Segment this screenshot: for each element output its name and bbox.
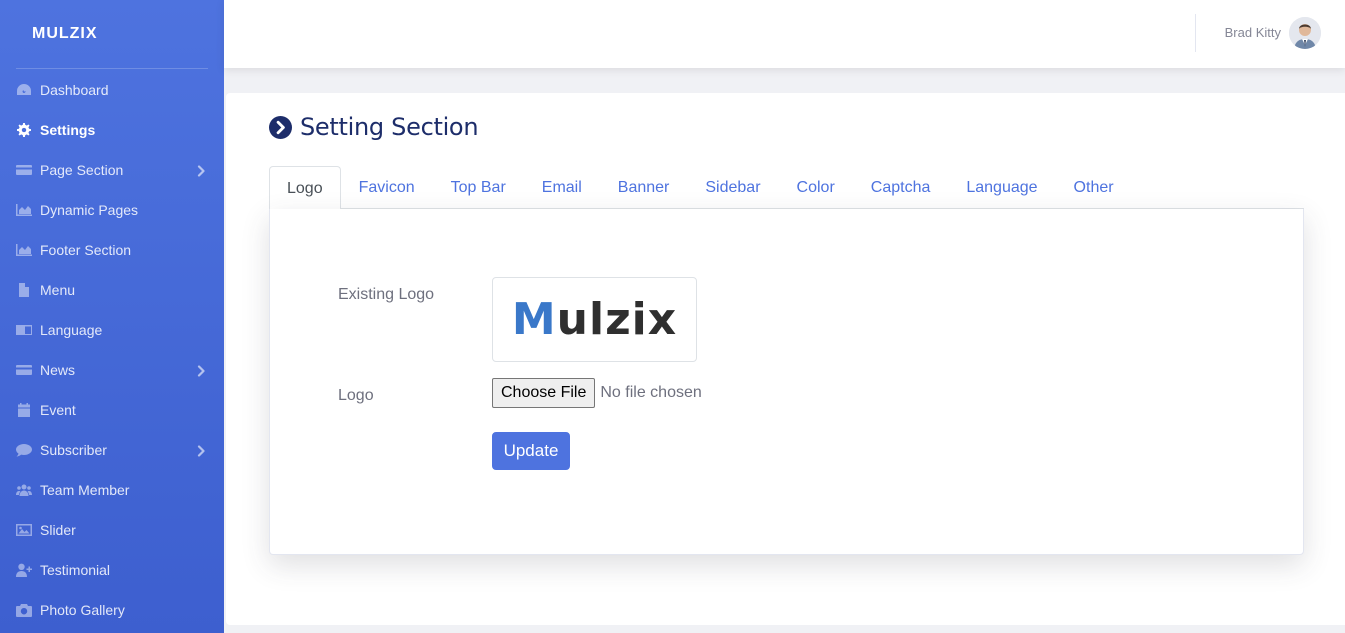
- tab-top-bar[interactable]: Top Bar: [433, 166, 524, 209]
- update-button[interactable]: Update: [492, 432, 570, 470]
- chevron-right-icon[interactable]: [196, 364, 206, 377]
- tab-logo[interactable]: Logo: [269, 166, 341, 210]
- sidebar-item-event[interactable]: Event: [0, 390, 224, 430]
- sidebar-item-team-member[interactable]: Team Member: [0, 470, 224, 510]
- chart-area-icon: [16, 203, 32, 217]
- existing-logo-preview: Mulzix: [492, 277, 697, 362]
- sidebar-item-label: Testimonial: [40, 562, 111, 578]
- sidebar-item-language[interactable]: Language: [0, 310, 224, 350]
- chart-area-icon: [16, 243, 32, 257]
- image-icon: [16, 523, 32, 537]
- sidebar-item-label: Dynamic Pages: [40, 202, 139, 218]
- logo-label: Logo: [338, 387, 374, 404]
- avatar-image: [1289, 17, 1321, 49]
- sidebar-item-label: Language: [40, 322, 103, 338]
- comment-icon: [16, 443, 32, 457]
- file-icon: [16, 283, 32, 297]
- sidebar-item-photo-gallery[interactable]: Photo Gallery: [0, 590, 224, 630]
- chevron-circle-right-icon: [269, 115, 292, 139]
- chevron-right-icon[interactable]: [196, 444, 206, 457]
- sidebar-item-label: News: [40, 362, 76, 378]
- choose-file-button[interactable]: Choose File: [492, 378, 596, 408]
- topbar-divider: [1195, 14, 1196, 52]
- sidebar-item-news[interactable]: News: [0, 350, 224, 390]
- sidebar-item-menu[interactable]: Menu: [0, 270, 224, 310]
- sidebar-item-footer-section[interactable]: Footer Section: [0, 230, 224, 270]
- sidebar-item-label: Slider: [40, 522, 76, 538]
- settings-tabs: Logo Favicon Top Bar Email Banner Sidebar Colo…: [269, 166, 1304, 210]
- card-icon: [16, 163, 32, 177]
- topbar: Brad Kitty: [224, 0, 1345, 68]
- language-icon: [16, 323, 32, 337]
- sidebar-item-label: Team Member: [40, 482, 130, 498]
- sidebar-item-label: Photo Gallery: [40, 602, 125, 618]
- sidebar-item-slider[interactable]: Slider: [0, 510, 224, 550]
- sidebar-item-page-section[interactable]: Page Section: [0, 150, 224, 190]
- brand-logo[interactable]: MULZIX: [0, 0, 224, 68]
- logo-file-input[interactable]: Choose File No file chosen: [492, 378, 702, 408]
- sidebar-item-label: Menu: [40, 282, 76, 298]
- logo-letters-rest: ulzix: [556, 294, 678, 345]
- sidebar: MULZIX Dashboard Settings Page Section Dyna…: [0, 0, 224, 633]
- tab-color[interactable]: Color: [779, 166, 853, 209]
- setting-card: Setting Section Logo Favicon Top Bar Email B…: [226, 93, 1345, 625]
- tab-favicon[interactable]: Favicon: [341, 166, 433, 209]
- tab-email[interactable]: Email: [524, 166, 600, 209]
- tab-other[interactable]: Other: [1056, 166, 1132, 209]
- tab-language[interactable]: Language: [948, 166, 1055, 209]
- camera-icon: [16, 603, 32, 617]
- avatar[interactable]: [1289, 17, 1321, 49]
- tab-panel-logo: Existing Logo Mulzix Logo Choose File No…: [269, 209, 1304, 555]
- existing-logo-image: Mulzix: [512, 294, 677, 345]
- page-title: Setting Section: [269, 113, 479, 141]
- chevron-right-icon[interactable]: [196, 164, 206, 177]
- logo-letter-m: M: [511, 294, 557, 345]
- sidebar-nav: Dashboard Settings Page Section Dynamic Pag…: [0, 69, 224, 630]
- gear-icon: [16, 123, 32, 137]
- sidebar-item-label: Page Section: [40, 162, 124, 178]
- users-icon: [16, 483, 32, 497]
- tachometer-icon: [16, 83, 32, 97]
- existing-logo-label: Existing Logo: [338, 286, 435, 303]
- tab-sidebar[interactable]: Sidebar: [687, 166, 778, 209]
- sidebar-item-testimonial[interactable]: Testimonial: [0, 550, 224, 590]
- tab-captcha[interactable]: Captcha: [853, 166, 949, 209]
- page-title-text: Setting Section: [300, 113, 479, 141]
- card-icon: [16, 363, 32, 377]
- calendar-icon: [16, 403, 32, 417]
- sidebar-item-label: Footer Section: [40, 242, 132, 258]
- user-plus-icon: [16, 563, 32, 577]
- sidebar-item-settings[interactable]: Settings: [0, 110, 224, 150]
- sidebar-item-subscriber[interactable]: Subscriber: [0, 430, 224, 470]
- sidebar-item-label: Dashboard: [40, 82, 109, 98]
- sidebar-item-label: Subscriber: [40, 442, 107, 458]
- sidebar-item-dynamic-pages[interactable]: Dynamic Pages: [0, 190, 224, 230]
- user-name[interactable]: Brad Kitty: [1225, 25, 1281, 40]
- sidebar-item-dashboard[interactable]: Dashboard: [0, 70, 224, 110]
- tab-banner[interactable]: Banner: [600, 166, 688, 209]
- sidebar-item-label: Event: [40, 402, 76, 418]
- sidebar-item-label: Settings: [40, 122, 96, 138]
- file-status-text: No file chosen: [600, 384, 702, 401]
